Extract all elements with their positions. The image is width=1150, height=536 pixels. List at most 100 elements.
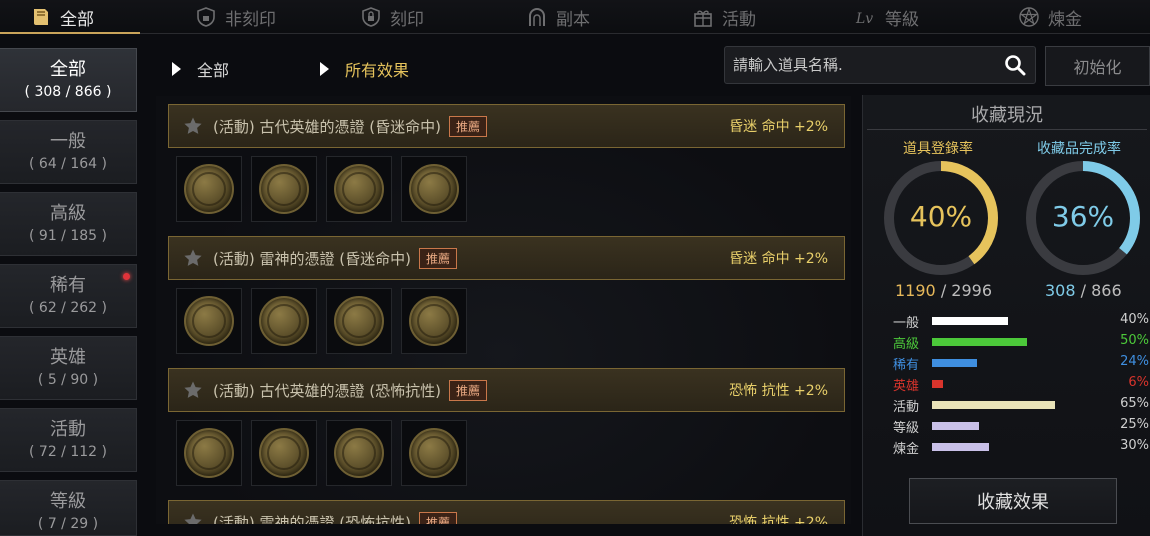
collection-status-panel: 收藏現況 道具登錄率 收藏品完成率 40% 36% 1190 / 2996 30… xyxy=(862,95,1150,536)
tab-all[interactable]: 全部 xyxy=(30,0,94,34)
tab-dungeon[interactable]: 副本 xyxy=(526,0,590,34)
sidebar-item-name: 稀有 xyxy=(50,275,86,296)
recommend-badge: 推薦 xyxy=(448,379,487,401)
completion-ratio: 308 / 866 xyxy=(1045,281,1122,300)
sidebar-item-common[interactable]: 一般 ( 64 / 164 ) xyxy=(0,120,137,184)
sidebar-item-hero[interactable]: 英雄 ( 5 / 90 ) xyxy=(0,336,137,400)
item-slot[interactable] xyxy=(176,156,242,222)
grade-stat-name: 等級 xyxy=(893,421,920,436)
completion-total: / 866 xyxy=(1080,281,1122,300)
item-slot[interactable] xyxy=(326,420,392,486)
collection-row-header[interactable]: (活動) 古代英雄的憑證 (昏迷命中) 推薦 昏迷 命中 +2% xyxy=(168,104,845,148)
grade-stat-name: 一般 xyxy=(893,316,920,331)
grade-stat-percent: 6% xyxy=(1128,375,1149,390)
item-slot[interactable] xyxy=(401,156,467,222)
top-tab-bar: 全部 非刻印 刻印 副本 活動 Lv 等級 煉金 xyxy=(0,0,1150,34)
search-input[interactable] xyxy=(733,56,1003,74)
sidebar-item-level[interactable]: 等級 ( 7 / 29 ) xyxy=(0,480,137,536)
completion-current: 308 xyxy=(1045,281,1076,300)
tab-non-engraved-label: 非刻印 xyxy=(225,9,276,30)
tab-engraved[interactable]: 刻印 xyxy=(360,0,424,34)
coin-icon xyxy=(334,428,384,478)
grade-stat-percent: 30% xyxy=(1120,438,1149,453)
collection-effect: 昏迷 命中 +2% xyxy=(729,251,828,267)
item-slots xyxy=(176,420,467,486)
coin-icon xyxy=(184,164,234,214)
reset-button[interactable]: 初始化 xyxy=(1045,46,1150,86)
tab-non-engraved[interactable]: 非刻印 xyxy=(195,0,276,34)
item-slot[interactable] xyxy=(176,288,242,354)
search-box xyxy=(724,46,1036,84)
grade-stat-percent: 40% xyxy=(1120,312,1149,327)
star-icon[interactable] xyxy=(183,380,203,400)
star-icon[interactable] xyxy=(183,512,203,524)
star-icon[interactable] xyxy=(183,116,203,136)
coin-icon xyxy=(259,428,309,478)
collection-row-header[interactable]: (活動) 雷神的憑證 (恐怖抗性) 推薦 恐怖 抗性 +2% xyxy=(168,500,845,524)
coin-icon xyxy=(409,296,459,346)
active-tab-underline xyxy=(0,32,140,34)
item-registration-label: 道具登錄率 xyxy=(903,141,973,157)
sidebar-item-all[interactable]: 全部 ( 308 / 866 ) xyxy=(0,48,137,112)
divider xyxy=(867,129,1147,130)
grade-stat-row: 等級 25% xyxy=(889,416,1149,437)
book-icon xyxy=(30,6,52,28)
collection-title: (活動) 雷神的憑證 (恐怖抗性) xyxy=(213,513,411,525)
collection-row-header[interactable]: (活動) 古代英雄的憑證 (恐怖抗性) 推薦 恐怖 抗性 +2% xyxy=(168,368,845,412)
filter-effect[interactable]: 所有效果 xyxy=(320,57,409,81)
item-slot[interactable] xyxy=(176,420,242,486)
recommend-badge: 推薦 xyxy=(448,115,487,137)
item-slots xyxy=(176,288,467,354)
grade-stat-bar xyxy=(932,359,977,367)
shield-unlock-icon xyxy=(195,6,217,28)
item-slot[interactable] xyxy=(326,156,392,222)
item-slot[interactable] xyxy=(401,288,467,354)
recommend-badge: 推薦 xyxy=(418,247,457,269)
item-slot[interactable] xyxy=(251,156,317,222)
grade-stat-row: 英雄 6% xyxy=(889,374,1149,395)
sidebar-item-event[interactable]: 活動 ( 72 / 112 ) xyxy=(0,408,137,472)
svg-text:Lv: Lv xyxy=(855,11,873,27)
coin-icon xyxy=(409,428,459,478)
item-slot[interactable] xyxy=(401,420,467,486)
sidebar-item-advanced[interactable]: 高級 ( 91 / 185 ) xyxy=(0,192,137,256)
collection-title: (活動) 古代英雄的憑證 (昏迷命中) xyxy=(213,117,441,136)
star-icon[interactable] xyxy=(183,248,203,268)
sidebar-item-name: 英雄 xyxy=(50,347,86,368)
grade-stat-row: 高級 50% xyxy=(889,332,1149,353)
grade-stat-percent: 24% xyxy=(1120,354,1149,369)
search-icon[interactable] xyxy=(1003,53,1027,77)
shield-lock-icon xyxy=(360,6,382,28)
grade-stat-bar xyxy=(932,443,989,451)
completion-percent: 36% xyxy=(1051,200,1115,233)
grade-stat-bar xyxy=(932,380,943,388)
tab-event[interactable]: 活動 xyxy=(692,0,756,34)
collection-row-header[interactable]: (活動) 雷神的憑證 (昏迷命中) 推薦 昏迷 命中 +2% xyxy=(168,236,845,280)
collection-effect-button[interactable]: 收藏效果 xyxy=(909,478,1117,524)
filter-category[interactable]: 全部 xyxy=(172,57,229,81)
tab-level[interactable]: Lv 等級 xyxy=(855,0,919,34)
grade-stat-percent: 25% xyxy=(1120,417,1149,432)
grade-stat-row: 一般 40% xyxy=(889,311,1149,332)
tab-level-label: 等級 xyxy=(885,9,919,30)
grade-stat-name: 英雄 xyxy=(893,379,920,394)
sidebar-item-count: ( 62 / 262 ) xyxy=(29,300,107,316)
filter-effect-label: 所有效果 xyxy=(345,61,410,80)
sidebar-item-name: 等級 xyxy=(50,491,86,512)
item-slot[interactable] xyxy=(326,288,392,354)
grade-stat-percent: 50% xyxy=(1120,333,1149,348)
gift-icon xyxy=(692,6,714,28)
collection-effect: 恐怖 抗性 +2% xyxy=(729,383,828,399)
sidebar-item-count: ( 308 / 866 ) xyxy=(24,84,112,100)
gate-icon xyxy=(526,6,548,28)
tab-alchemy[interactable]: 煉金 xyxy=(1018,0,1082,34)
sidebar-item-name: 高級 xyxy=(50,203,86,224)
panel-title: 收藏現況 xyxy=(971,105,1043,126)
registration-percent: 40% xyxy=(909,200,973,233)
sidebar-item-rare[interactable]: 稀有 ( 62 / 262 ) xyxy=(0,264,137,328)
item-slot[interactable] xyxy=(251,288,317,354)
tab-dungeon-label: 副本 xyxy=(556,9,590,30)
item-slot[interactable] xyxy=(251,420,317,486)
coin-icon xyxy=(259,296,309,346)
sidebar-item-name: 一般 xyxy=(50,131,86,152)
